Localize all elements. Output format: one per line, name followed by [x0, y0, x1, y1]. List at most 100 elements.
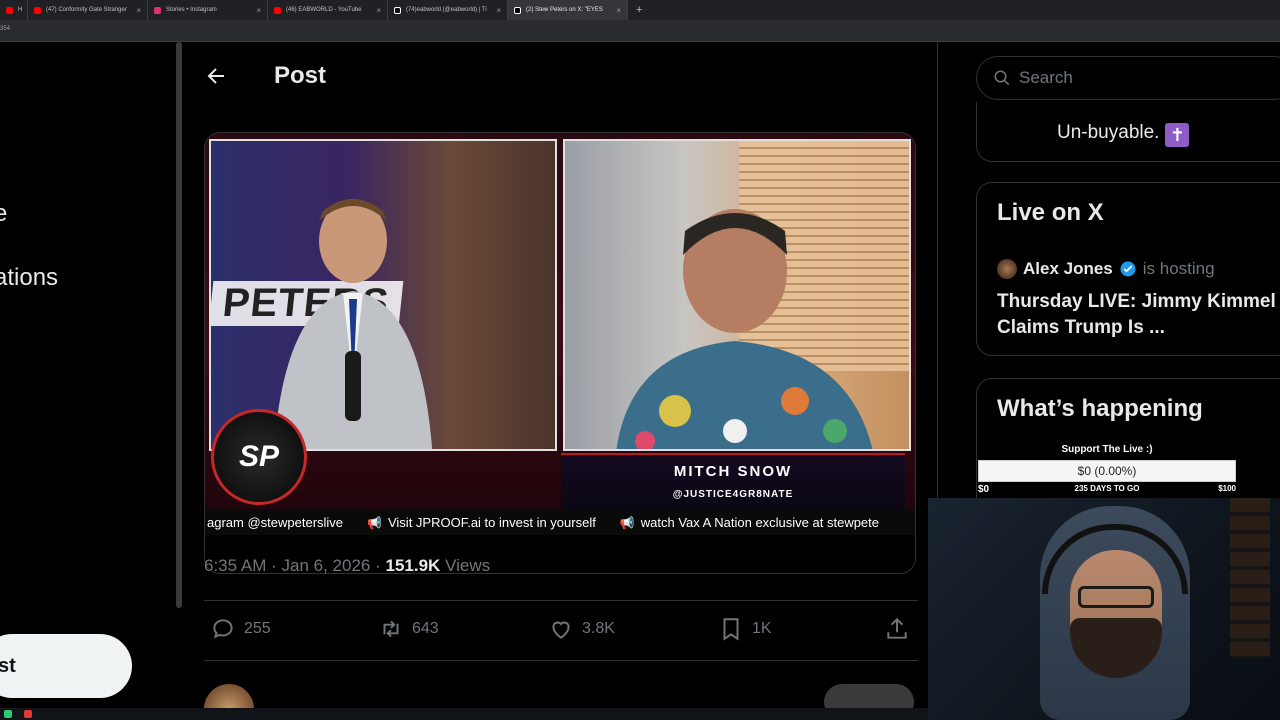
main-column: Post PETERS SP MITCH SNOW @JUSTICE4GR8NA…	[184, 42, 938, 720]
card-text: Un-buyable. ✝	[1057, 122, 1190, 147]
video-player[interactable]: PETERS SP MITCH SNOW @JUSTICE4GR8NATE ag…	[204, 132, 916, 574]
bookmark-count: 1K	[752, 620, 772, 637]
news-ticker: agram @stewpeterslive 📢 Visit JPROOF.ai t…	[205, 509, 915, 535]
close-icon[interactable]: ×	[488, 6, 501, 15]
instagram-icon	[154, 6, 161, 14]
app-icon[interactable]	[24, 710, 32, 718]
guest-handle: @JUSTICE4GR8NATE	[672, 489, 794, 500]
ticker-item: 📢 Visit JPROOF.ai to invest in yourself	[367, 515, 596, 530]
live-host[interactable]: Alex Jones is hosting	[997, 259, 1215, 279]
hosting-label: is hosting	[1142, 259, 1215, 278]
youtube-icon	[274, 6, 281, 14]
lower-third: MITCH SNOW @JUSTICE4GR8NATE	[561, 453, 905, 511]
ticker-text: Visit JPROOF.ai to invest in yourself	[387, 514, 596, 530]
like-button[interactable]: 3.8K	[548, 616, 615, 642]
search-input[interactable]	[1019, 68, 1259, 88]
donation-goal-widget: Support The Live :) $0 (0.00%) $0 235 DA…	[976, 444, 1238, 496]
donation-title: Support The Live :)	[1061, 444, 1153, 455]
page-title: Post	[274, 62, 327, 89]
arrow-left-icon	[207, 68, 224, 84]
tab-title: (47) Conformity Gate Stranger	[46, 7, 127, 13]
repost-icon	[383, 620, 399, 638]
cross-icon: ✝	[1165, 123, 1190, 147]
separator: ·	[271, 556, 277, 575]
search-icon	[994, 70, 1010, 86]
tab-title: (46) EABWORLD - YouTube	[286, 7, 362, 13]
show-logo: SP	[211, 409, 307, 505]
ticker-text: watch Vax A Nation exclusive at stewpete	[640, 514, 880, 530]
post-time[interactable]: 6:35 AM	[204, 556, 266, 575]
donation-days: 235 DAYS TO GO	[1074, 484, 1140, 493]
taskbar	[0, 708, 928, 720]
share-button[interactable]	[884, 616, 910, 642]
guest-name: MITCH SNOW	[673, 463, 793, 480]
close-icon[interactable]: ×	[248, 6, 261, 15]
browser-tab[interactable]: (47) Conformity Gate Stranger ×	[28, 0, 148, 20]
live-on-x-card: Live on X Alex Jones is hosting Thursday…	[976, 182, 1280, 356]
app-icon[interactable]	[4, 710, 12, 718]
browser-tab[interactable]: (74)eabworld (@eabworld) | Ti ×	[388, 0, 508, 20]
divider	[204, 600, 918, 601]
address-bar[interactable]: 354	[0, 20, 1280, 42]
browser-tab-active[interactable]: (2) Stew Peters on X: "EYES ×	[508, 0, 628, 20]
donation-progress-text: $0 (0.00%)	[1077, 464, 1137, 478]
webcam-overlay	[928, 498, 1280, 720]
repost-button[interactable]: 643	[378, 616, 439, 642]
guest-figure	[616, 209, 873, 449]
browser-tab[interactable]: (46) EABWORLD - YouTube ×	[268, 0, 388, 20]
browser-tab[interactable]: Stories • Instagram ×	[148, 0, 268, 20]
left-navigation: e ations st	[0, 42, 176, 720]
reply-button[interactable]: 255	[210, 616, 271, 642]
close-icon[interactable]: ×	[128, 6, 141, 15]
close-icon[interactable]: ×	[368, 6, 381, 15]
live-stream-title[interactable]: Thursday LIVE: Jimmy Kimmel Claims Trump…	[997, 289, 1277, 341]
tab-title: (2) Stew Peters on X: "EYES	[526, 7, 603, 13]
video-frame-host: PETERS	[209, 139, 557, 451]
post-date[interactable]: Jan 6, 2026	[282, 556, 371, 575]
browser-tab-bar: H × (47) Conformity Gate Stranger × Stor…	[0, 0, 1280, 20]
post-button[interactable]: st	[0, 634, 132, 698]
post-actions: 255 643 3.8K 1K	[204, 616, 918, 648]
megaphone-icon: 📢	[619, 515, 635, 530]
tiktok-icon	[394, 6, 401, 14]
host-figure	[273, 199, 433, 449]
megaphone-icon: 📢	[367, 515, 382, 530]
avatar	[997, 259, 1017, 279]
post-header: Post	[184, 42, 938, 110]
post-metadata: 6:35 AM · Jan 6, 2026 · 151.9K Views	[204, 556, 490, 576]
separator: ·	[375, 556, 381, 575]
ticker-item: agram @stewpeterslive	[207, 514, 344, 530]
donation-progress-bar: $0 (0.00%)	[978, 460, 1236, 482]
views-count: 151.9K	[385, 556, 441, 575]
bookshelf	[1230, 498, 1270, 658]
divider	[204, 660, 918, 661]
repost-count: 643	[412, 620, 439, 637]
youtube-icon	[6, 6, 13, 14]
search-box[interactable]	[976, 56, 1280, 100]
bookmark-button[interactable]: 1K	[718, 616, 772, 642]
donation-max: $100	[1218, 484, 1236, 493]
youtube-icon	[34, 6, 41, 14]
ticker-item: 📢 watch Vax A Nation exclusive at stewpet…	[620, 515, 879, 530]
back-button[interactable]	[204, 64, 230, 90]
live-section-title: Live on X	[997, 199, 1104, 226]
close-icon[interactable]: ×	[608, 6, 621, 15]
host-name: Alex Jones	[1023, 259, 1113, 278]
scrollbar[interactable]	[176, 42, 182, 608]
whats-happening-title: What’s happening	[997, 395, 1203, 422]
verified-badge-icon	[1120, 261, 1136, 277]
new-tab-button[interactable]: +	[628, 4, 650, 16]
views-label: Views	[445, 556, 491, 575]
address-text: 354	[0, 26, 11, 32]
browser-tab[interactable]: H ×	[0, 0, 28, 20]
reply-icon	[213, 619, 233, 639]
reply-count: 255	[244, 620, 271, 637]
sidebar-card: Un-buyable. ✝	[976, 102, 1280, 162]
heart-icon	[552, 621, 570, 639]
bookmark-icon	[723, 618, 739, 641]
x-logo-icon	[514, 6, 521, 14]
nav-item-notifications[interactable]: ations	[0, 264, 58, 292]
nav-item-profile[interactable]: e	[0, 200, 7, 228]
video-frame-guest	[563, 139, 911, 451]
tab-title: (74)eabworld (@eabworld) | Ti	[406, 7, 487, 13]
